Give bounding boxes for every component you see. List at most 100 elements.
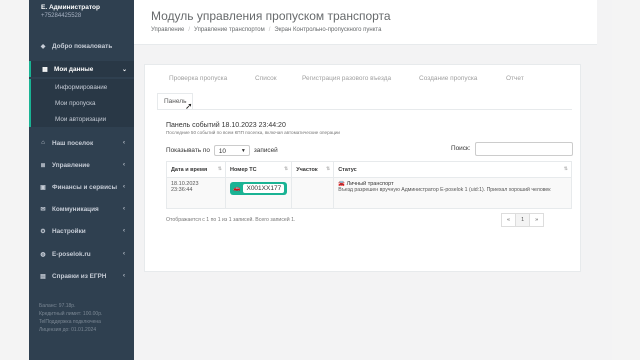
sort-icon: ⇅ <box>325 166 331 172</box>
nav-label: Коммуникация <box>52 205 99 213</box>
pager-page[interactable]: 1 <box>515 213 531 227</box>
nav-label: Добро пожаловать <box>52 42 113 50</box>
table-info: Отображается с 1 по 1 из 1 записей. Всег… <box>166 217 296 223</box>
chevron-left-icon: ‹ <box>123 273 125 279</box>
nav-village[interactable]: ⌂ Наш поселок ‹ <box>29 135 134 151</box>
chevron-left-icon: ‹ <box>123 162 125 168</box>
tab-report[interactable]: Отчет <box>506 75 524 82</box>
breadcrumb-item[interactable]: Управление <box>151 27 184 33</box>
tab-divider <box>157 109 572 110</box>
column-label: Дата и время <box>171 166 208 173</box>
column-header[interactable]: Статус ⇅ <box>333 161 572 178</box>
cell-plate: 🚗 X001XX177 <box>224 177 293 209</box>
page-length-control: Показывать по 10 ▼ записей <box>166 145 278 156</box>
user-phone: +75284425528 <box>41 13 82 19</box>
chat-icon: ✉ <box>40 206 46 213</box>
main-content: Модуль управления пропуском транспорта У… <box>134 0 612 360</box>
pager-next[interactable]: » <box>529 213 545 227</box>
event-time: 23:36:44 <box>171 187 193 193</box>
submenu-my-auth[interactable]: Мои авторизации <box>55 116 106 123</box>
nav-egrn[interactable]: ▤ Справки из ЕГРН ‹ <box>29 268 134 284</box>
nav-communication[interactable]: ✉ Коммуникация ‹ <box>29 201 134 217</box>
chevron-down-icon: ⌄ <box>121 66 127 73</box>
page-length-value: 10 <box>218 148 226 155</box>
sort-icon: ⇅ <box>283 166 289 172</box>
tab-create-pass[interactable]: Создание пропуска <box>419 75 477 82</box>
nav-welcome[interactable]: ◆ Добро пожаловать <box>29 38 134 54</box>
chevron-left-icon: ‹ <box>123 206 125 212</box>
left-margin <box>0 0 29 360</box>
chevron-left-icon: ‹ <box>123 184 125 190</box>
credit-limit-text: Кредитный лимит: 100.00р. <box>39 311 103 317</box>
page-header: Модуль управления пропуском транспорта У… <box>134 0 597 45</box>
table-icon: ▦ <box>42 66 48 73</box>
page-title: Модуль управления пропуском транспорта <box>151 9 391 23</box>
cell-plot <box>291 177 335 209</box>
pager-prev[interactable]: « <box>501 213 517 227</box>
breadcrumb-item: Экран Контрольно-пропускного пункта <box>274 27 382 33</box>
submenu: Информирование Мои пропуска Мои авториза… <box>29 79 134 127</box>
chevron-left-icon: ‹ <box>123 140 125 146</box>
gear-icon: ⚙ <box>40 228 46 235</box>
nav-eposelok[interactable]: ◍ E-poselok.ru ‹ <box>29 246 134 262</box>
nav-label: E-poselok.ru <box>52 250 91 258</box>
submenu-informing[interactable]: Информирование <box>55 84 107 91</box>
tab-register-entry[interactable]: Регистрация разового въезда <box>302 75 391 82</box>
panel-title: Панель событий 18.10.2023 23:44:20 <box>166 122 286 129</box>
tab-check-pass[interactable]: Проверка пропуска <box>169 75 227 82</box>
sidebar-footer: Баланс: 97.18р. Кредитный лимит: 100.00р… <box>39 302 102 334</box>
table-row[interactable]: 18.10.2023 23:36:44 🚗 X001XX177 🚘 Личный… <box>166 177 572 209</box>
column-header[interactable]: Дата и время ⇅ <box>166 161 226 178</box>
sort-icon: ⇅ <box>217 166 222 172</box>
nav-label: Наш поселок <box>52 139 94 147</box>
nav-settings[interactable]: ⚙ Настройки ‹ <box>29 223 134 239</box>
nav-management[interactable]: ≣ Управление ‹ <box>29 157 134 173</box>
nav-label: Справки из ЕГРН <box>52 272 107 280</box>
submenu-my-passes[interactable]: Мои пропуска <box>55 100 96 107</box>
chevron-left-icon: ‹ <box>123 228 125 234</box>
plate-badge[interactable]: 🚗 X001XX177 <box>230 182 288 195</box>
panel-subtitle: Последние 50 событий по всем КПП поселка… <box>166 130 340 135</box>
tab-bar: Проверка пропуска Список Регистрация раз… <box>145 75 582 89</box>
nav-my-data[interactable]: ▦ Мои данные ⌄ <box>29 61 136 77</box>
cell-status: 🚘 Личный транспорт Въезд разрешен вручну… <box>333 177 572 209</box>
document-icon: ▤ <box>40 273 46 280</box>
nav-label: Финансы и сервисы <box>52 183 118 191</box>
column-label: Участок <box>296 166 318 173</box>
globe-icon: ◍ <box>40 251 46 258</box>
chevron-down-icon: ▼ <box>240 148 246 154</box>
column-label: Номер ТС <box>230 166 257 173</box>
home-icon: ⌂ <box>41 140 45 146</box>
nav-finance[interactable]: ▣ Финансы и сервисы ‹ <box>29 179 134 195</box>
breadcrumb: Управление / Управление транспортом / Экран … <box>151 27 382 33</box>
car-icon: 🚗 <box>233 186 241 192</box>
cell-datetime: 18.10.2023 23:36:44 <box>166 177 226 209</box>
nav-label: Настройки <box>52 227 86 235</box>
column-label: Статус <box>338 166 357 173</box>
pagination: « 1 » <box>501 213 545 227</box>
user-info: Е. Администратор +75284425528 <box>41 4 100 20</box>
search-input[interactable] <box>475 142 573 156</box>
breadcrumb-item[interactable]: Управление транспортом <box>194 27 265 33</box>
balance-text: Баланс: 97.18р. <box>39 303 76 309</box>
sidebar: Е. Администратор +75284425528 ◆ Добро по… <box>29 0 136 360</box>
telegram-status-text: TelПоддержка подключена <box>39 319 101 325</box>
content-card: Проверка пропуска Список Регистрация раз… <box>144 64 581 272</box>
page-length-select[interactable]: 10 ▼ <box>213 145 250 156</box>
chevron-left-icon: ‹ <box>123 251 125 257</box>
mouse-cursor-icon: ➚ <box>185 101 193 111</box>
license-text: Лицензия до: 01.01.2024 <box>39 327 97 333</box>
table-header-row: Дата и время ⇅ Номер ТС ⇅ Участок ⇅ Статус ⇅ <box>166 161 572 178</box>
tab-list[interactable]: Список <box>255 75 277 82</box>
user-name[interactable]: Е. Администратор <box>41 4 100 12</box>
show-prefix: Показывать по <box>166 147 210 154</box>
diamond-icon: ◆ <box>40 43 46 50</box>
column-header[interactable]: Номер ТС ⇅ <box>224 161 293 178</box>
money-icon: ▣ <box>40 184 46 191</box>
show-suffix: записей <box>253 147 278 154</box>
column-header[interactable]: Участок ⇅ <box>291 161 335 178</box>
nav-label: Мои данные <box>54 65 94 73</box>
right-margin <box>612 0 640 360</box>
list-icon: ≣ <box>40 162 46 169</box>
events-table: Дата и время ⇅ Номер ТС ⇅ Участок ⇅ Статус ⇅… <box>166 161 572 209</box>
